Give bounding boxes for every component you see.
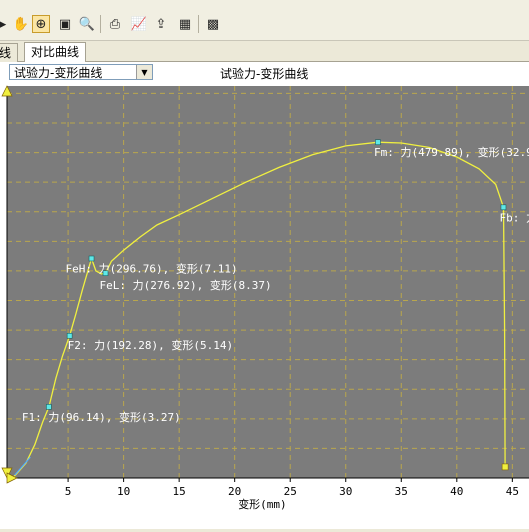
x-tick-label: 35	[395, 485, 408, 498]
tab-curve[interactable]: 线	[0, 43, 19, 62]
x-axis-label: 变形(mm)	[238, 497, 287, 511]
tab-compare-curves[interactable]: 对比曲线	[24, 42, 87, 63]
print-icon[interactable]: ⎙	[106, 15, 124, 33]
x-tick-label: 15	[173, 485, 186, 498]
x-tick-label: 25	[284, 485, 297, 498]
arrow-tool-icon[interactable]: ▸	[0, 15, 12, 33]
curve-type-select[interactable]: 试验力-变形曲线 ▼	[9, 64, 153, 80]
marker-point-fel	[102, 270, 109, 276]
x-tick-label: 30	[339, 485, 352, 498]
point-label-fel: FeL: 力(276.92), 变形(8.37)	[100, 278, 272, 292]
marker-point-f2	[66, 332, 73, 339]
point-label-fb: Fb: 力	[499, 211, 529, 224]
options-row: 试验力-变形曲线 ▼ 试验力-变形曲线	[0, 62, 529, 84]
chart-settings-icon[interactable]: 📈	[130, 15, 148, 33]
export-icon[interactable]: ⇪	[152, 15, 170, 33]
calculator-icon[interactable]: ▦	[176, 15, 194, 33]
x-tick-label: 5	[65, 485, 72, 498]
point-label-f1: F1: 力(96.14), 变形(3.27)	[22, 410, 181, 424]
chart-panel: 5 10 15 20 25 30 35 40 45 变形(mm) F1: 力(96.14), 变形(…	[0, 84, 529, 529]
zoom-in-icon[interactable]: ⊕	[32, 15, 50, 33]
tab-bar: 线 对比曲线	[0, 41, 529, 63]
chevron-down-icon[interactable]: ▼	[136, 65, 152, 79]
point-label-fm: Fm: 力(479.89), 变形(32.9)	[374, 145, 529, 159]
marker-point-fm	[375, 139, 381, 146]
magnifier-icon[interactable]: 🔍	[78, 15, 96, 33]
x-tick-label: 45	[506, 485, 519, 498]
curve-type-value: 试验力-变形曲线	[14, 66, 103, 80]
marker-point-feh	[88, 255, 95, 262]
point-label-feh: FeH: 力(296.76), 变形(7.11)	[66, 262, 238, 276]
point-label-f2: F2: 力(192.28), 变形(5.14)	[68, 338, 233, 352]
chart-title: 试验力-变形曲线	[220, 67, 309, 81]
end-point-handle-icon	[501, 463, 509, 471]
x-tick-label: 40	[450, 485, 463, 498]
marker-point-fb	[500, 204, 507, 211]
marker-point-f1	[46, 404, 52, 410]
zoom-box-icon[interactable]: ▣	[56, 15, 74, 33]
force-deformation-chart[interactable]: 5 10 15 20 25 30 35 40 45 变形(mm) F1: 力(96.14), 变形(…	[0, 84, 529, 529]
hand-pan-icon[interactable]: ✋	[12, 15, 30, 33]
grid-options-icon[interactable]: ▩	[204, 15, 222, 33]
toolbar-separator	[198, 15, 199, 33]
x-tick-label: 10	[117, 485, 130, 498]
toolbar: ▸ ✋ ⊕ ▣ 🔍 ⎙ 📈 ⇪ ▦ ▩	[0, 0, 529, 41]
toolbar-separator	[100, 15, 101, 33]
x-tick-label: 20	[228, 485, 241, 498]
